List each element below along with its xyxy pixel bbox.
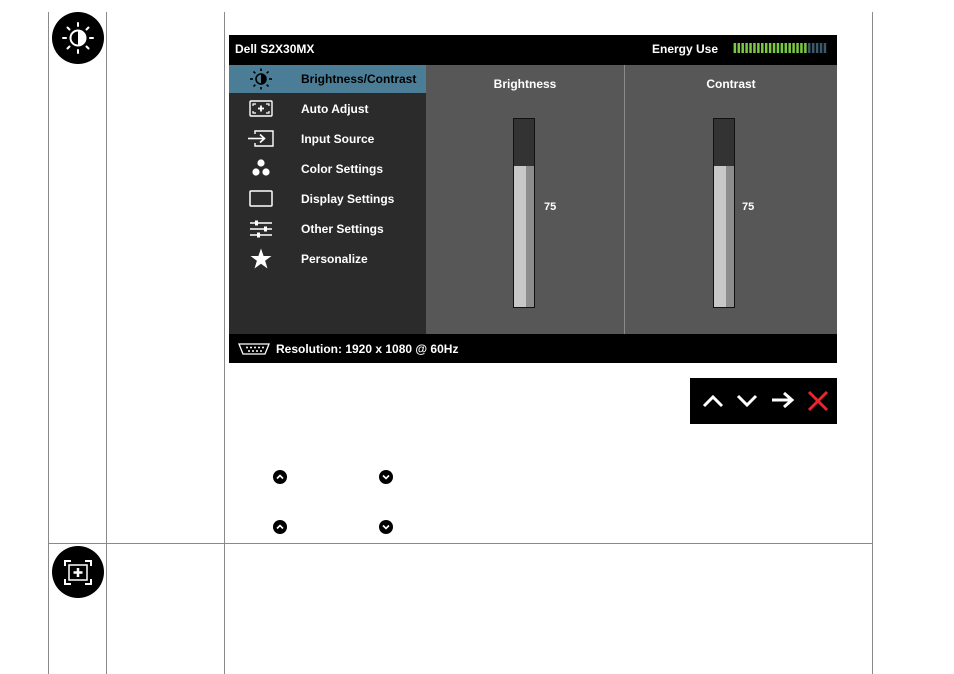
energy-segment: [815, 43, 819, 53]
menu-item-display-settings[interactable]: Display Settings: [229, 185, 426, 213]
right-arrow-icon[interactable]: [769, 387, 797, 415]
vga-connector-icon: [238, 343, 270, 355]
table-border-left: [48, 12, 49, 674]
menu-item-personalize[interactable]: Personalize: [229, 245, 426, 273]
resolution-text: Resolution: 1920 x 1080 @ 60Hz: [276, 342, 459, 356]
energy-segment: [780, 43, 784, 53]
energy-segment: [741, 43, 744, 53]
energy-segment: [800, 43, 803, 53]
menu-item-brightness-contrast[interactable]: Brightness/Contrast: [229, 65, 426, 93]
brightness-slider[interactable]: [513, 118, 535, 308]
energy-segment: [792, 43, 795, 53]
energy-segment: [733, 43, 737, 53]
energy-segment: [788, 43, 791, 53]
auto-adjust-icon: [249, 100, 273, 117]
menu-item-label: Auto Adjust: [301, 102, 369, 116]
energy-segment: [823, 43, 827, 53]
status-bar: Resolution: 1920 x 1080 @ 60Hz: [229, 334, 837, 363]
energy-segment: [768, 43, 772, 53]
energy-segment: [749, 43, 752, 53]
energy-segment: [753, 43, 756, 53]
table-row-divider: [48, 543, 873, 544]
contrast-slider-shade: [726, 166, 734, 307]
energy-segment: [761, 43, 764, 53]
display-settings-icon: [249, 190, 273, 207]
menu-item-auto-adjust[interactable]: Auto Adjust: [229, 95, 426, 123]
menu-item-label: Other Settings: [301, 222, 384, 236]
menu-item-label: Input Source: [301, 132, 375, 146]
input-source-icon: [248, 130, 274, 147]
energy-segment: [745, 43, 748, 53]
menu-item-label: Personalize: [301, 252, 368, 266]
osd-menu: Dell S2X30MX Energy Use Brightness/Contr…: [229, 35, 837, 363]
menu-item-other-settings[interactable]: Other Settings: [229, 215, 426, 243]
brightness-title: Brightness: [493, 77, 557, 91]
up-button-icon: [273, 470, 287, 484]
brightness-slider-shade: [526, 166, 534, 307]
down-button-icon: [379, 470, 393, 484]
energy-use-meter: [733, 43, 827, 53]
close-icon[interactable]: [804, 387, 832, 415]
contrast-title: Contrast: [706, 77, 756, 91]
menu-item-color-settings[interactable]: Color Settings: [229, 155, 426, 183]
contrast-value: 75: [742, 201, 755, 213]
contrast-slider[interactable]: [713, 118, 735, 308]
energy-segment: [737, 43, 741, 53]
table-border-col1: [106, 12, 107, 674]
brightness-panel: Brightness 75: [426, 65, 624, 334]
energy-segment: [808, 43, 811, 53]
other-settings-icon: [250, 220, 272, 238]
up-arrow-icon[interactable]: [699, 387, 727, 415]
brightness-contrast-icon: [52, 12, 104, 64]
menu-item-label: Color Settings: [301, 162, 384, 176]
down-button-icon: [379, 520, 393, 534]
table-border-right: [872, 12, 873, 674]
brightness-value: 75: [544, 201, 557, 213]
brightness-contrast-icon: [250, 68, 272, 90]
energy-segment: [796, 43, 799, 53]
osd-title: Dell S2X30MX: [235, 42, 315, 56]
menu-item-input-source[interactable]: Input Source: [229, 125, 426, 153]
energy-use-label: Energy Use: [652, 42, 719, 56]
menu-item-label: Brightness/Contrast: [301, 72, 417, 86]
energy-segment: [764, 43, 768, 53]
osd-main-menu: Brightness/Contrast Auto Adjust Input So…: [229, 65, 426, 334]
star-icon: [250, 248, 272, 269]
up-button-icon: [273, 520, 287, 534]
osd-button-strip: [690, 378, 837, 424]
down-arrow-icon[interactable]: [733, 387, 761, 415]
menu-item-label: Display Settings: [301, 192, 395, 206]
contrast-panel: Contrast 75: [625, 65, 837, 334]
energy-segment: [811, 43, 815, 53]
energy-segment: [776, 43, 780, 53]
table-border-col2: [224, 12, 225, 674]
energy-segment: [804, 43, 807, 53]
energy-segment: [819, 43, 823, 53]
color-settings-icon: [252, 159, 270, 176]
auto-adjust-icon: [52, 546, 104, 598]
energy-segment: [784, 43, 788, 53]
energy-segment: [772, 43, 776, 53]
energy-segment: [757, 43, 760, 53]
